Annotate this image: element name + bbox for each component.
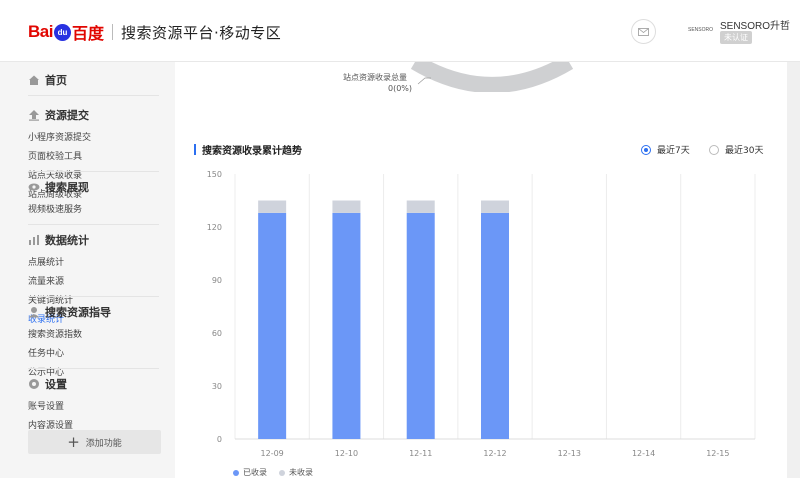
sidebar-item-account-settings[interactable]: 账号设置 bbox=[28, 398, 94, 417]
sidebar-group-head[interactable]: 搜索资源指导 bbox=[28, 304, 159, 320]
bar-not-indexed bbox=[481, 200, 509, 213]
bar-indexed bbox=[481, 212, 509, 439]
title-accent-bar bbox=[194, 144, 196, 155]
sidebar-divider bbox=[28, 171, 159, 172]
trend-title: 搜索资源收录累计趋势 bbox=[202, 146, 302, 157]
logo-du-text: 百度 bbox=[71, 24, 104, 43]
sidebar-item-traffic-source[interactable]: 流量来源 bbox=[28, 273, 94, 292]
radio-unchecked-icon bbox=[709, 144, 719, 155]
sidebar-divider bbox=[28, 95, 159, 96]
sidebar: 首页 资源提交 小程序资源提交 页面校验工具 站点天级收录 站点周级收录 搜索展… bbox=[0, 62, 175, 478]
sidebar-group-label: 首页 bbox=[45, 74, 67, 87]
y-tick-label: 150 bbox=[207, 170, 222, 179]
plus-icon: + bbox=[67, 432, 80, 451]
add-feature-button[interactable]: + 添加功能 bbox=[28, 430, 161, 454]
legend-label: 已收录 bbox=[243, 468, 267, 477]
sidebar-item-click-stats[interactable]: 点展统计 bbox=[28, 254, 94, 273]
sidebar-divider bbox=[28, 368, 159, 369]
bar-indexed bbox=[406, 212, 435, 439]
index-trend-chart: 0 30 60 90 120 150 12-09 12-10 12-11 12-12 12-13 12… bbox=[207, 170, 756, 458]
y-tick-label: 0 bbox=[217, 435, 222, 444]
sidebar-item-miniprogram-submit[interactable]: 小程序资源提交 bbox=[28, 129, 94, 148]
sidebar-group-home[interactable]: 首页 bbox=[28, 72, 159, 88]
sidebar-group-head[interactable]: 设置 bbox=[28, 376, 159, 392]
x-tick-label: 12-14 bbox=[632, 449, 655, 458]
x-tick-label: 12-15 bbox=[706, 449, 729, 458]
bar-indexed bbox=[332, 212, 361, 439]
home-icon bbox=[28, 74, 40, 86]
radio-label: 最近30天 bbox=[725, 146, 764, 156]
logo-divider bbox=[111, 24, 113, 40]
eye-icon bbox=[28, 181, 40, 193]
mail-button[interactable] bbox=[631, 19, 656, 44]
sidebar-divider bbox=[28, 296, 159, 297]
sidebar-group-label: 搜索资源指导 bbox=[45, 306, 111, 319]
bar-chart-icon bbox=[28, 234, 40, 246]
y-tick-label: 30 bbox=[212, 382, 222, 391]
sidebar-group-head[interactable]: 搜索展现 bbox=[28, 179, 159, 195]
radio-label: 最近7天 bbox=[657, 146, 690, 156]
sidebar-item-video-speed[interactable]: 视频极速服务 bbox=[28, 201, 94, 220]
donut-chart-arc bbox=[410, 62, 574, 92]
mail-icon bbox=[638, 27, 649, 36]
user-name[interactable]: SENSORO升哲 bbox=[720, 17, 790, 32]
y-tick-label: 60 bbox=[212, 329, 222, 338]
x-tick-label: 12-11 bbox=[409, 449, 432, 458]
sidebar-divider bbox=[28, 224, 159, 225]
total-index-label: 站点资源收录总量 bbox=[343, 73, 407, 82]
sidebar-group-label: 设置 bbox=[45, 378, 67, 391]
scrollbar[interactable] bbox=[787, 62, 800, 478]
x-tick-label: 12-12 bbox=[483, 449, 506, 458]
total-index-value: 0(0%) bbox=[388, 84, 413, 93]
sidebar-group-display: 搜索展现 视频极速服务 bbox=[28, 179, 159, 220]
bar-not-indexed bbox=[332, 200, 361, 213]
radio-last-7-days[interactable]: 最近7天 bbox=[641, 143, 690, 156]
sidebar-item-resource-index[interactable]: 搜索资源指数 bbox=[28, 326, 94, 345]
sidebar-group-head[interactable]: 数据统计 bbox=[28, 232, 159, 248]
sidebar-item-home[interactable]: 首页 bbox=[28, 72, 159, 88]
logo-bai-text: Bai bbox=[28, 22, 53, 41]
sidebar-group-guide: 搜索资源指导 搜索资源指数 任务中心 公示中心 bbox=[28, 304, 159, 383]
bar-not-indexed bbox=[406, 200, 435, 213]
avatar[interactable]: SENSORO bbox=[688, 27, 713, 33]
y-tick-label: 120 bbox=[207, 223, 222, 232]
y-tick-label: 90 bbox=[212, 276, 222, 285]
legend-dot-icon bbox=[279, 469, 285, 476]
sidebar-group-head[interactable]: 资源提交 bbox=[28, 107, 159, 123]
sidebar-item-task-center[interactable]: 任务中心 bbox=[28, 345, 94, 364]
legend-item-indexed[interactable]: 已收录 bbox=[233, 467, 267, 478]
x-tick-label: 12-10 bbox=[335, 449, 358, 458]
status-badge: 未认证 bbox=[720, 31, 752, 44]
x-tick-label: 12-09 bbox=[261, 449, 284, 458]
sidebar-group-label: 搜索展现 bbox=[45, 181, 89, 194]
radio-checked-icon bbox=[641, 144, 651, 155]
legend-label: 未收录 bbox=[289, 468, 313, 477]
sidebar-group-label: 资源提交 bbox=[45, 109, 89, 122]
platform-title: 搜索资源平台·移动专区 bbox=[120, 23, 282, 42]
bar-indexed bbox=[258, 212, 287, 439]
bar-not-indexed bbox=[258, 200, 287, 213]
legend-item-not-indexed[interactable]: 未收录 bbox=[279, 467, 313, 478]
baidu-logo[interactable]: Bai du 百度 搜索资源平台·移动专区 bbox=[28, 20, 281, 44]
paw-icon: du bbox=[53, 23, 71, 41]
legend-dot-icon bbox=[233, 469, 239, 476]
add-feature-label: 添加功能 bbox=[85, 438, 122, 449]
user-guide-icon bbox=[28, 306, 40, 318]
chart-legend: 已收录 未收录 bbox=[233, 467, 325, 478]
sidebar-item-page-validator[interactable]: 页面校验工具 bbox=[28, 148, 94, 167]
top-bar: Bai du 百度 搜索资源平台·移动专区 SENSORO SENSORO升哲 … bbox=[0, 0, 800, 62]
upload-icon bbox=[28, 109, 40, 121]
gear-icon bbox=[28, 378, 40, 390]
sidebar-group-label: 数据统计 bbox=[45, 234, 89, 247]
x-tick-label: 12-13 bbox=[558, 449, 581, 458]
main-content: 站点资源收录总量 0(0%) 搜索资源收录累计趋势 最近7天 最近30天 0 30… bbox=[175, 62, 787, 478]
section-title: 搜索资源收录累计趋势 bbox=[194, 142, 302, 157]
sidebar-group-settings: 设置 账号设置 内容源设置 bbox=[28, 376, 159, 436]
radio-last-30-days[interactable]: 最近30天 bbox=[709, 143, 763, 156]
